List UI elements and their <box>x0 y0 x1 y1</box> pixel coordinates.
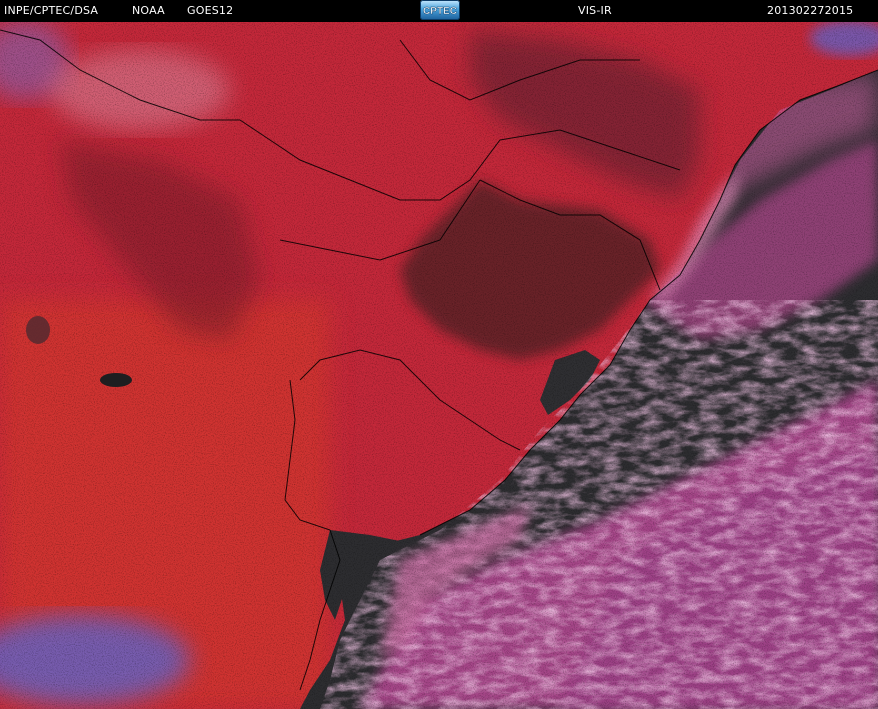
lake-feature-2 <box>26 316 50 344</box>
source-label: INPE/CPTEC/DSA <box>4 4 99 17</box>
timestamp-label: 201302272015 <box>767 4 854 17</box>
satellite-image-frame: INPE/CPTEC/DSA NOAA GOES12 CPTEC VIS-IR … <box>0 0 878 709</box>
lake-feature-1 <box>100 373 132 387</box>
logo-text: CPTEC <box>423 6 457 17</box>
agency-label: NOAA <box>132 4 165 17</box>
header-bar: INPE/CPTEC/DSA NOAA GOES12 CPTEC VIS-IR … <box>0 0 878 22</box>
satellite-label: GOES12 <box>187 4 234 17</box>
satellite-map <box>0 22 878 709</box>
cptec-logo: CPTEC <box>420 0 460 20</box>
channel-label: VIS-IR <box>578 4 612 17</box>
image-noise <box>0 22 878 709</box>
